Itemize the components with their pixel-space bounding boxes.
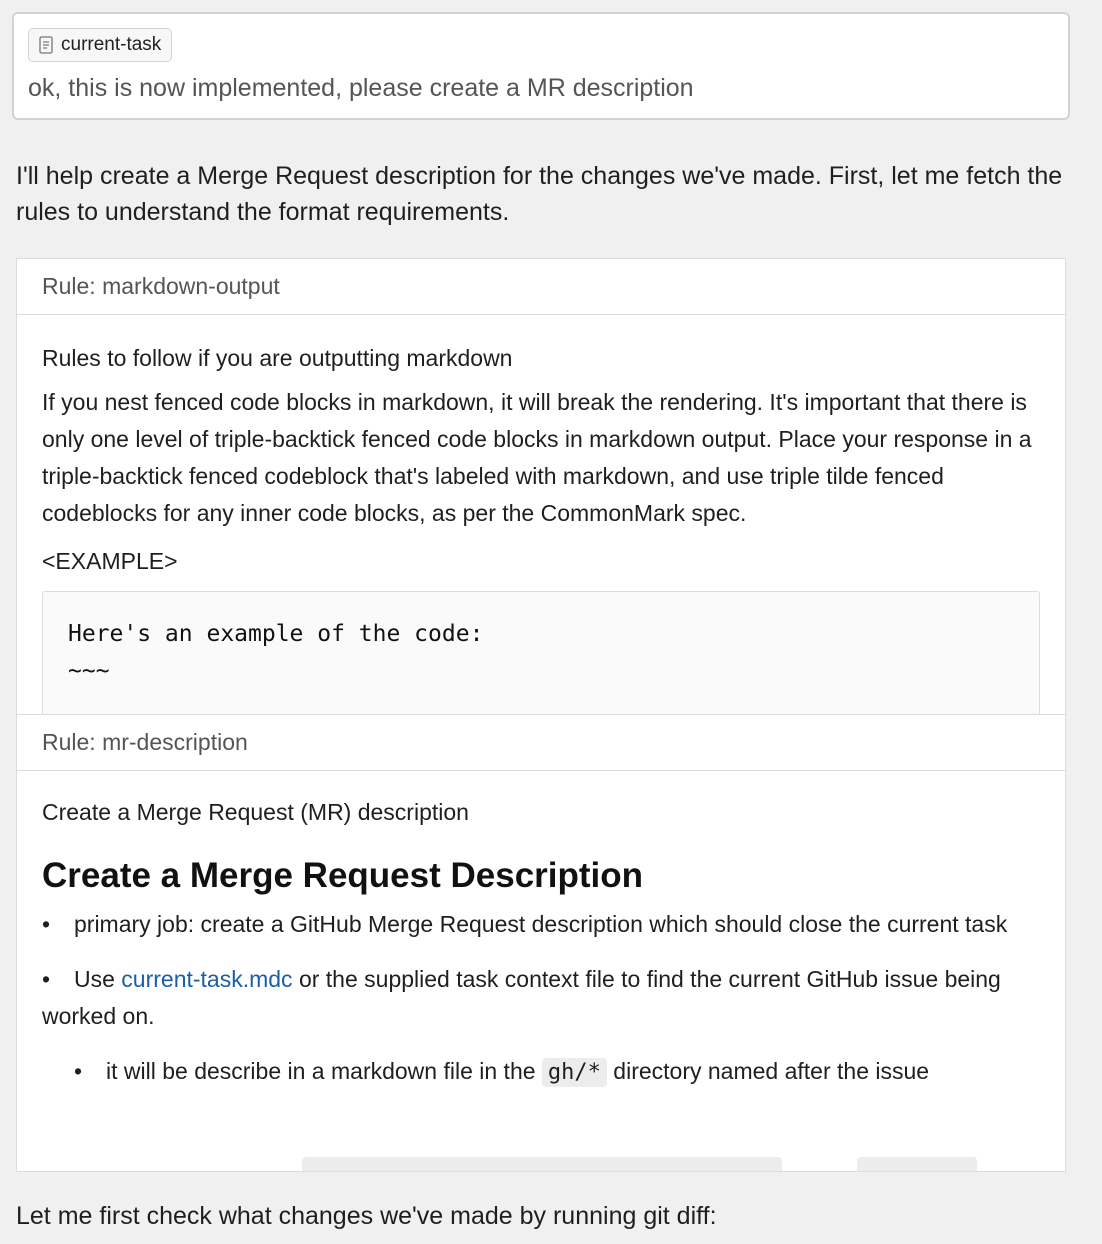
clipped-inline-code [302, 1157, 782, 1171]
rule-panel-markdown-output: Rule: markdown-output Rules to follow if… [16, 258, 1066, 716]
file-icon [39, 36, 53, 54]
rule-header[interactable]: Rule: markdown-output [17, 259, 1065, 315]
list-item-prefix: Use [74, 966, 122, 992]
rule-panel-mr-description: Rule: mr-description Create a Merge Requ… [16, 714, 1066, 1172]
rule-subtitle: Create a Merge Request (MR) description [42, 799, 469, 825]
rule-paragraph: If you nest fenced code blocks in markdo… [42, 389, 1032, 526]
code-line: ~~~ [68, 658, 110, 684]
rule-subtitle: Rules to follow if you are outputting ma… [42, 345, 513, 371]
rule-header[interactable]: Rule: mr-description [17, 715, 1065, 771]
list-item: primary job: create a GitHub Merge Reque… [42, 906, 1040, 943]
code-line: Here's an example of the code: [68, 621, 484, 647]
list-item-suffix: directory named after the issue [606, 1058, 930, 1084]
inline-code: gh/* [541, 1058, 607, 1087]
code-block: Here's an example of the code: ~~~ [42, 591, 1040, 715]
context-chip[interactable]: current-task [28, 28, 173, 62]
clipped-inline-code [857, 1157, 977, 1171]
context-chip-label: current-task [61, 34, 162, 55]
list-item: Use current-task.mdc or the supplied tas… [42, 961, 1040, 1035]
current-task-link[interactable]: current-task.mdc [121, 966, 292, 992]
user-message: current-task ok, this is now implemented… [12, 12, 1070, 120]
rule-heading: Create a Merge Request Description [42, 856, 644, 895]
clipped-line [42, 1155, 1042, 1171]
list-item-text: primary job: create a GitHub Merge Reque… [74, 911, 1008, 937]
nested-list-item: it will be describe in a markdown file i… [74, 1053, 1040, 1091]
list-item-prefix: it will be describe in a markdown file i… [106, 1058, 542, 1084]
example-tag: <EXAMPLE> [42, 548, 178, 574]
user-message-text: ok, this is now implemented, please crea… [28, 74, 694, 102]
assistant-outro-text: Let me first check what changes we've ma… [16, 1202, 717, 1230]
assistant-intro-text: I'll help create a Merge Request descrip… [16, 162, 1063, 226]
